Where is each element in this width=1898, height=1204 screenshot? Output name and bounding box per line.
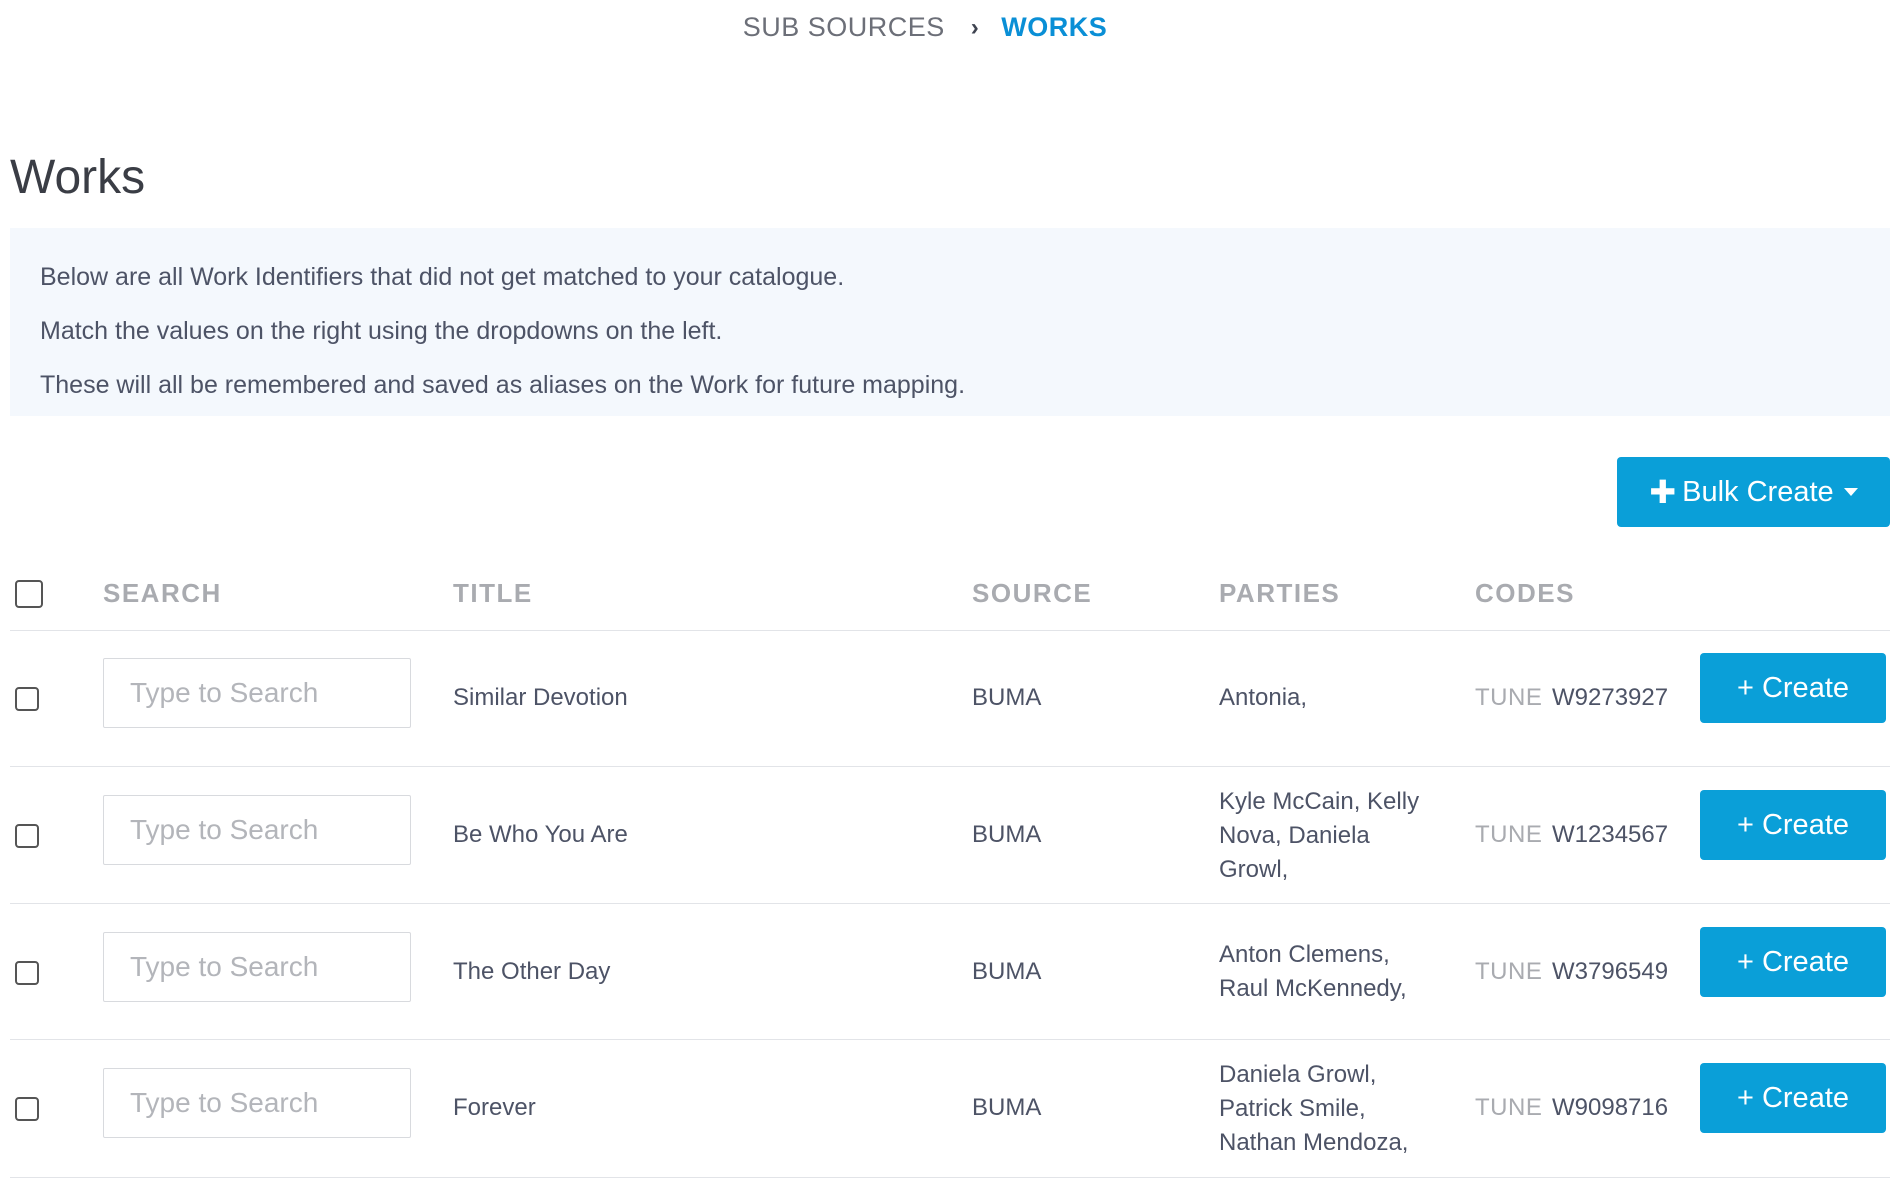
work-source: BUMA	[972, 821, 1042, 848]
code-value: W9098716	[1552, 1094, 1669, 1121]
row-checkbox[interactable]	[15, 961, 39, 985]
row-checkbox[interactable]	[15, 687, 39, 711]
table-row: Similar Devotion BUMA Antonia, TUNE W927…	[10, 631, 1890, 767]
chevron-right-icon: ›	[970, 13, 980, 41]
page-title: Works	[10, 151, 146, 204]
search-input[interactable]	[103, 795, 411, 865]
header-search: SEARCH	[103, 578, 222, 608]
breadcrumb: SUB SOURCES › WORKS	[0, 12, 1898, 43]
header-title: TITLE	[453, 578, 533, 608]
breadcrumb-sub-sources-link[interactable]: SUB SOURCES	[743, 12, 945, 43]
header-codes: CODES	[1475, 578, 1575, 608]
code-value: W9273927	[1552, 684, 1669, 711]
info-line: These will all be remembered and saved a…	[40, 371, 966, 399]
create-button[interactable]: + Create	[1700, 1063, 1886, 1133]
work-source: BUMA	[972, 1094, 1042, 1121]
table-header: SEARCH TITLE SOURCE PARTIES CODES	[10, 560, 1890, 631]
work-source: BUMA	[972, 684, 1042, 711]
page: SUB SOURCES › WORKS Works Below are all …	[0, 0, 1898, 1204]
bulk-create-label: Bulk Create	[1682, 475, 1834, 508]
header-parties: PARTIES	[1219, 578, 1341, 608]
work-parties: Anton Clemens, Raul McKennedy,	[1219, 941, 1407, 1002]
search-input[interactable]	[103, 1068, 411, 1138]
breadcrumb-current: WORKS	[1001, 12, 1108, 42]
create-button[interactable]: + Create	[1700, 927, 1886, 997]
row-checkbox[interactable]	[15, 824, 39, 848]
work-title: Be Who You Are	[453, 821, 628, 848]
code-value: W1234567	[1552, 821, 1669, 848]
work-parties: Kyle McCain, Kelly Nova, Daniela Growl,	[1219, 788, 1420, 883]
work-title: Similar Devotion	[453, 684, 628, 711]
caret-down-icon	[1843, 488, 1858, 496]
plus-icon: ✚	[1649, 474, 1677, 510]
info-line: Match the values on the right using the …	[40, 317, 723, 345]
header-source: SOURCE	[972, 578, 1093, 608]
search-input[interactable]	[103, 658, 411, 728]
info-line: Below are all Work Identifiers that did …	[40, 263, 845, 291]
work-parties: Daniela Growl, Patrick Smile, Nathan Men…	[1219, 1061, 1409, 1156]
code-type: TUNE	[1475, 684, 1543, 711]
work-title: The Other Day	[453, 958, 611, 985]
row-checkbox[interactable]	[15, 1097, 39, 1121]
select-all-checkbox[interactable]	[15, 580, 43, 608]
table-row: Forever BUMA Daniela Growl, Patrick Smil…	[10, 1040, 1890, 1178]
work-source: BUMA	[972, 958, 1042, 985]
code-type: TUNE	[1475, 958, 1543, 985]
table-row: Be Who You Are BUMA Kyle McCain, Kelly N…	[10, 767, 1890, 904]
create-button[interactable]: + Create	[1700, 790, 1886, 860]
search-input[interactable]	[103, 932, 411, 1002]
create-button[interactable]: + Create	[1700, 653, 1886, 723]
table-row: The Other Day BUMA Anton Clemens, Raul M…	[10, 904, 1890, 1040]
code-type: TUNE	[1475, 821, 1543, 848]
work-parties: Antonia,	[1219, 684, 1308, 711]
work-title: Forever	[453, 1094, 536, 1121]
works-table: SEARCH TITLE SOURCE PARTIES CODES Simila…	[10, 560, 1890, 1178]
info-box: Below are all Work Identifiers that did …	[10, 228, 1890, 416]
code-type: TUNE	[1475, 1094, 1543, 1121]
code-value: W3796549	[1552, 958, 1669, 985]
bulk-create-button[interactable]: ✚ Bulk Create	[1617, 457, 1890, 527]
